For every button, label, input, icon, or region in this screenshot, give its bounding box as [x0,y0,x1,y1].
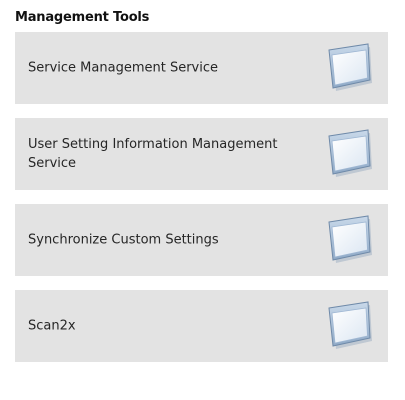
tool-label: Scan2x [28,318,76,334]
application-window-icon [328,215,372,263]
tool-label: Service Management Service [28,60,218,76]
application-window-icon [328,301,372,349]
tool-list: Service Management Service User Setting … [15,32,388,376]
tool-tile-scan2x[interactable]: Scan2x [15,290,388,362]
tool-label: User Setting Information Management Serv… [28,137,278,171]
application-window-icon [328,129,372,177]
tool-tile-synchronize-custom-settings[interactable]: Synchronize Custom Settings [15,204,388,276]
section-title: Management Tools [15,10,150,25]
tool-tile-service-management-service[interactable]: Service Management Service [15,32,388,104]
tool-tile-user-setting-information-management-service[interactable]: User Setting Information Management Serv… [15,118,388,190]
tool-label: Synchronize Custom Settings [28,232,219,248]
application-window-icon [328,43,372,91]
